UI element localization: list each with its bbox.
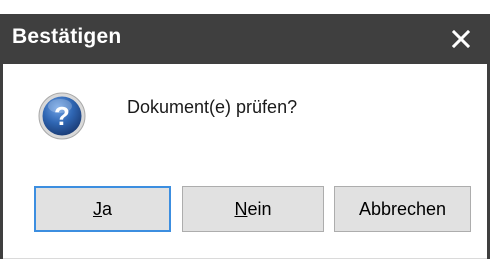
no-button-mnemonic: N <box>234 199 248 219</box>
close-icon <box>452 30 470 48</box>
yes-button-label: a <box>101 199 112 219</box>
no-button[interactable]: Nein <box>182 186 324 232</box>
svg-text:?: ? <box>54 101 70 131</box>
dialog-title: Bestätigen <box>12 25 122 48</box>
dialog-message: Dokument(e) prüfen? <box>127 97 298 117</box>
confirm-dialog: Bestätigen ? Dokument(e) prüfen? Ja Nein… <box>0 0 490 259</box>
no-button-label: ein <box>247 199 272 219</box>
dialog-body: ? Dokument(e) prüfen? Ja Nein Abbrechen <box>3 64 487 259</box>
cancel-button[interactable]: Abbrechen <box>334 186 471 232</box>
cancel-button-label: Abbrechen <box>358 199 447 219</box>
close-button[interactable] <box>438 14 482 64</box>
question-icon: ? <box>38 92 86 140</box>
yes-button[interactable]: Ja <box>34 186 171 232</box>
yes-button-mnemonic: J <box>92 199 102 219</box>
title-bar[interactable]: Bestätigen <box>0 0 490 64</box>
